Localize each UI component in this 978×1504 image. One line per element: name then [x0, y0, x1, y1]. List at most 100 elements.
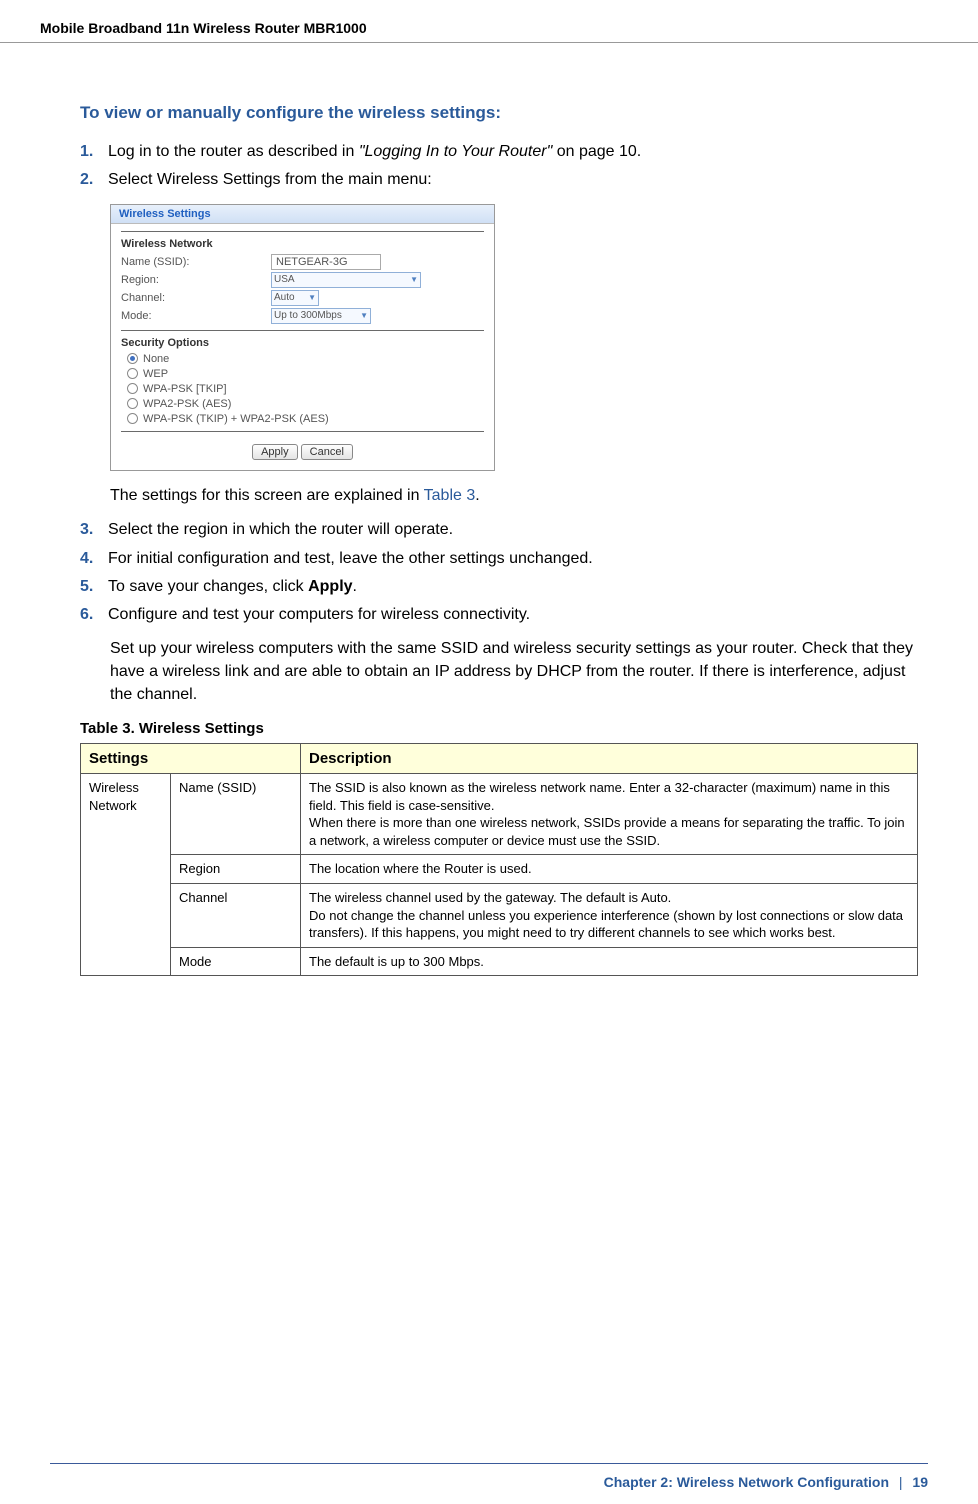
select-value: Auto	[274, 292, 295, 303]
network-section-label: Wireless Network	[121, 238, 484, 250]
settings-table: Settings Description Wireless Network Na…	[80, 743, 918, 976]
footer-page: 19	[912, 1474, 928, 1490]
region-select[interactable]: USA ▼	[271, 272, 421, 288]
group-cell: Wireless Network	[81, 774, 171, 976]
desc-cell: The SSID is also known as the wireless n…	[301, 774, 918, 855]
mode-select[interactable]: Up to 300Mbps ▼	[271, 308, 371, 324]
text: To save your changes, click	[108, 578, 308, 595]
table-row: Wireless Network Name (SSID) The SSID is…	[81, 774, 918, 855]
step-number: 5.	[80, 576, 108, 598]
security-section-label: Security Options	[121, 337, 484, 349]
footer-chapter: Chapter 2: Wireless Network Configuratio…	[604, 1474, 889, 1490]
step-number: 4.	[80, 548, 108, 570]
divider	[121, 330, 484, 331]
radio-wep[interactable]: WEP	[127, 368, 484, 380]
steps-list-b: 3. Select the region in which the router…	[80, 519, 918, 627]
apply-button[interactable]: Apply	[252, 444, 298, 460]
text: .	[353, 578, 357, 595]
step-item: 1. Log in to the router as described in …	[80, 141, 918, 163]
step-text: Select the region in which the router wi…	[108, 519, 918, 541]
section-heading: To view or manually configure the wirele…	[80, 103, 918, 123]
desc-cell: The default is up to 300 Mbps.	[301, 947, 918, 976]
chevron-down-icon: ▼	[360, 311, 368, 320]
label: Channel:	[121, 292, 271, 304]
text: .	[475, 487, 479, 504]
row-channel: Channel: Auto ▼	[121, 290, 484, 306]
screenshot-body: Wireless Network Name (SSID): NETGEAR-3G…	[111, 224, 494, 470]
radio-icon	[127, 398, 138, 409]
radio-wpa-psk-tkip[interactable]: WPA-PSK [TKIP]	[127, 383, 484, 395]
radio-label: WEP	[143, 368, 168, 380]
radio-icon	[127, 353, 138, 364]
radio-icon	[127, 413, 138, 424]
radio-icon	[127, 383, 138, 394]
channel-select[interactable]: Auto ▼	[271, 290, 319, 306]
label: Name (SSID):	[121, 256, 271, 268]
step-item: 5. To save your changes, click Apply.	[80, 576, 918, 598]
row-ssid: Name (SSID): NETGEAR-3G	[121, 254, 484, 270]
explain-text: The settings for this screen are explain…	[110, 485, 918, 507]
page-content: To view or manually configure the wirele…	[0, 103, 978, 976]
row-mode: Mode: Up to 300Mbps ▼	[121, 308, 484, 324]
radio-label: WPA2-PSK (AES)	[143, 398, 231, 410]
screenshot-tab: Wireless Settings	[111, 205, 494, 224]
radio-label: WPA-PSK [TKIP]	[143, 383, 227, 395]
setting-cell: Channel	[171, 884, 301, 948]
table-header-row: Settings Description	[81, 744, 918, 774]
header-description: Description	[301, 744, 918, 774]
step-text: To save your changes, click Apply.	[108, 576, 918, 598]
footer-separator: |	[899, 1474, 903, 1490]
step-item: 3. Select the region in which the router…	[80, 519, 918, 541]
text: Log in to the router as described in	[108, 143, 359, 160]
select-value: USA	[274, 274, 295, 285]
table-link[interactable]: Table 3	[424, 487, 476, 504]
step-text: Log in to the router as described in "Lo…	[108, 141, 918, 163]
divider	[121, 231, 484, 232]
step-text: For initial configuration and test, leav…	[108, 548, 918, 570]
ssid-input[interactable]: NETGEAR-3G	[271, 254, 381, 270]
setting-cell: Mode	[171, 947, 301, 976]
radio-wpa2-psk-aes[interactable]: WPA2-PSK (AES)	[127, 398, 484, 410]
cancel-button[interactable]: Cancel	[301, 444, 353, 460]
step-item: 2. Select Wireless Settings from the mai…	[80, 169, 918, 191]
radio-label: None	[143, 353, 169, 365]
text: on page 10.	[552, 143, 641, 160]
setting-cell: Name (SSID)	[171, 774, 301, 855]
page-footer: Chapter 2: Wireless Network Configuratio…	[50, 1463, 928, 1490]
step-item: 6. Configure and test your computers for…	[80, 604, 918, 626]
wireless-settings-screenshot: Wireless Settings Wireless Network Name …	[110, 204, 495, 471]
radio-icon	[127, 368, 138, 379]
header-settings: Settings	[81, 744, 301, 774]
table-row: Channel The wireless channel used by the…	[81, 884, 918, 948]
step-number: 6.	[80, 604, 108, 626]
label: Region:	[121, 274, 271, 286]
text: The settings for this screen are explain…	[110, 487, 424, 504]
step-text: Configure and test your computers for wi…	[108, 604, 918, 626]
chevron-down-icon: ▼	[308, 293, 316, 302]
step-number: 3.	[80, 519, 108, 541]
doc-header: Mobile Broadband 11n Wireless Router MBR…	[0, 0, 978, 43]
step-item: 4. For initial configuration and test, l…	[80, 548, 918, 570]
table-row: Mode The default is up to 300 Mbps.	[81, 947, 918, 976]
label: Mode:	[121, 310, 271, 322]
desc-cell: The location where the Router is used.	[301, 855, 918, 884]
radio-label: WPA-PSK (TKIP) + WPA2-PSK (AES)	[143, 413, 329, 425]
setting-cell: Region	[171, 855, 301, 884]
bold: Apply	[308, 578, 352, 595]
radio-none[interactable]: None	[127, 353, 484, 365]
desc-cell: The wireless channel used by the gateway…	[301, 884, 918, 948]
chevron-down-icon: ▼	[410, 275, 418, 284]
step-number: 1.	[80, 141, 108, 163]
row-region: Region: USA ▼	[121, 272, 484, 288]
table-row: Region The location where the Router is …	[81, 855, 918, 884]
paragraph: Set up your wireless computers with the …	[110, 637, 918, 707]
select-value: Up to 300Mbps	[274, 310, 342, 321]
button-row: Apply Cancel	[121, 438, 484, 464]
table-caption: Table 3. Wireless Settings	[80, 720, 918, 737]
step-number: 2.	[80, 169, 108, 191]
emphasis: "Logging In to Your Router"	[359, 143, 552, 160]
steps-list-a: 1. Log in to the router as described in …	[80, 141, 918, 192]
divider	[121, 431, 484, 432]
step-text: Select Wireless Settings from the main m…	[108, 169, 918, 191]
radio-wpa-mixed[interactable]: WPA-PSK (TKIP) + WPA2-PSK (AES)	[127, 413, 484, 425]
